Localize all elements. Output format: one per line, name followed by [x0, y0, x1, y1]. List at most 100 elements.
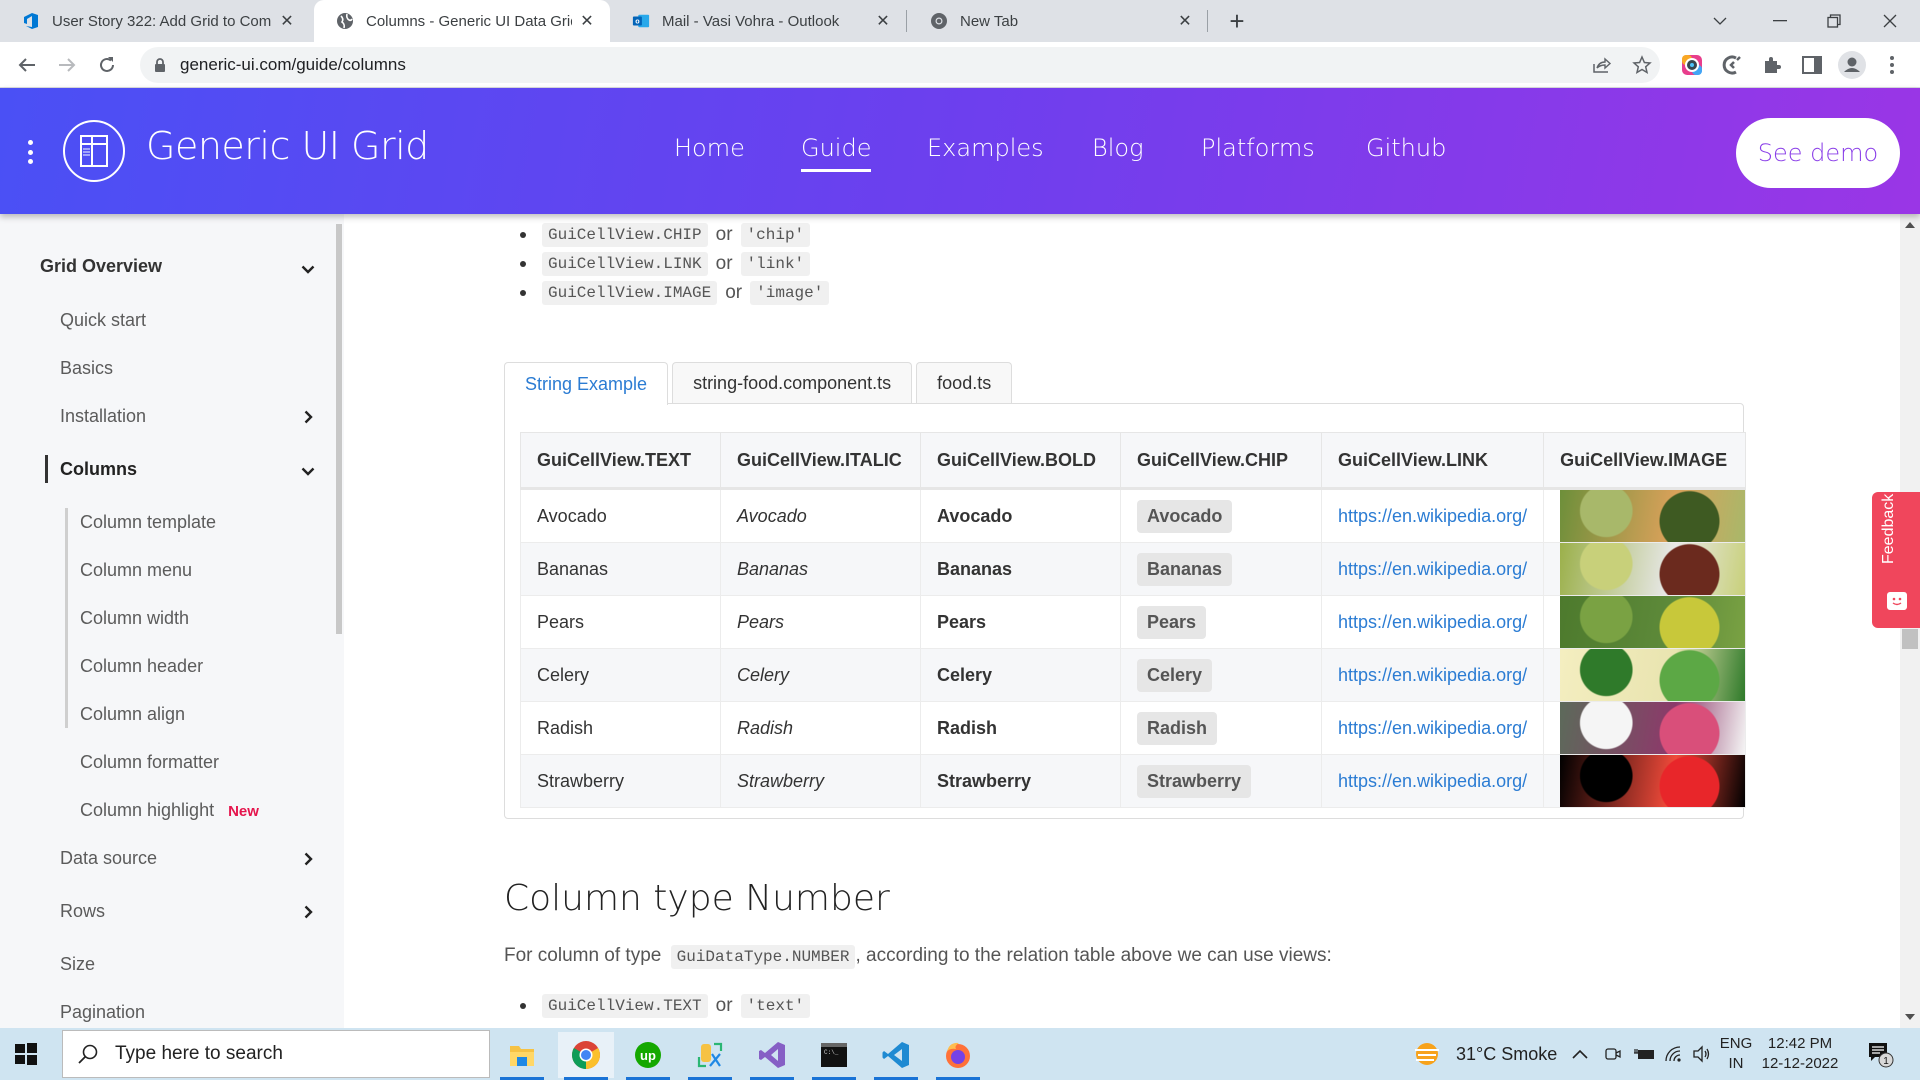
- scroll-down-arrow-icon[interactable]: [1905, 1014, 1915, 1020]
- close-tab-icon[interactable]: ✕: [578, 11, 596, 31]
- sidebar-item-column-align[interactable]: Column align: [80, 704, 185, 725]
- windows-start-icon[interactable]: [14, 1042, 38, 1066]
- wikipedia-link[interactable]: https://en.wikipedia.org/: [1338, 506, 1527, 526]
- weather-widget[interactable]: 31°C Smoke: [1412, 1028, 1557, 1080]
- taskbar-tool-app[interactable]: [682, 1032, 738, 1080]
- browser-tab[interactable]: New Tab ✕: [908, 0, 1208, 42]
- chrome-menu-button[interactable]: [1877, 50, 1907, 80]
- browser-tab-active[interactable]: Columns - Generic UI Data Grid f ✕: [314, 0, 610, 42]
- sidebar-item-installation[interactable]: Installation: [60, 406, 146, 427]
- column-header[interactable]: GuiCellView.TEXT: [520, 432, 721, 490]
- nav-examples[interactable]: Examples: [927, 134, 1044, 162]
- sidebar-item-column-formatter[interactable]: Column formatter: [80, 752, 219, 773]
- notifications-button[interactable]: 1: [1866, 1028, 1894, 1080]
- cell-link[interactable]: https://en.wikipedia.org/: [1320, 648, 1545, 702]
- browser-tab[interactable]: User Story 322: Add Grid to Comp ✕: [0, 0, 310, 42]
- column-header[interactable]: GuiCellView.IMAGE: [1543, 432, 1747, 490]
- wikipedia-link[interactable]: https://en.wikipedia.org/: [1338, 665, 1527, 685]
- extensions-button[interactable]: [1757, 50, 1787, 80]
- cell-link[interactable]: https://en.wikipedia.org/: [1320, 488, 1545, 543]
- chevron-down-icon[interactable]: [298, 461, 318, 481]
- tab-string-food-component[interactable]: string-food.component.ts: [672, 362, 913, 404]
- nav-platforms[interactable]: Platforms: [1201, 134, 1315, 162]
- tab-string-example[interactable]: String Example: [504, 362, 669, 405]
- reload-button[interactable]: [92, 50, 122, 80]
- chevron-down-icon[interactable]: [298, 259, 318, 279]
- meet-now-button[interactable]: [1604, 1028, 1622, 1080]
- close-tab-icon[interactable]: ✕: [874, 11, 892, 31]
- nav-guide[interactable]: Guide: [801, 134, 872, 172]
- url-text[interactable]: generic-ui.com/guide/columns: [180, 55, 406, 75]
- bookmark-button[interactable]: [1627, 50, 1657, 80]
- feedback-button[interactable]: Feedback: [1872, 492, 1920, 628]
- sidebar-item-quick-start[interactable]: Quick start: [60, 310, 146, 331]
- sidebar-section-grid-overview[interactable]: Grid Overview: [40, 256, 162, 277]
- sidebar-item-rows[interactable]: Rows: [60, 901, 105, 922]
- browser-tab[interactable]: o Mail - Vasi Vohra - Outlook ✕: [610, 0, 906, 42]
- tab-search-button[interactable]: [1692, 0, 1748, 42]
- chevron-right-icon[interactable]: [298, 849, 318, 869]
- sidebar-item-column-header[interactable]: Column header: [80, 656, 203, 677]
- show-hidden-icons-button[interactable]: [1572, 1028, 1588, 1080]
- volume-indicator[interactable]: [1692, 1028, 1712, 1080]
- wikipedia-link[interactable]: https://en.wikipedia.org/: [1338, 718, 1527, 738]
- profile-button[interactable]: [1837, 50, 1867, 80]
- sidebar-item-pagination[interactable]: Pagination: [60, 1002, 145, 1023]
- sidebar-item-size[interactable]: Size: [60, 954, 95, 975]
- cell-link[interactable]: https://en.wikipedia.org/: [1320, 701, 1545, 755]
- tab-food-ts[interactable]: food.ts: [916, 362, 1013, 404]
- close-tab-icon[interactable]: ✕: [1176, 11, 1194, 31]
- sidebar-item-columns[interactable]: Columns: [60, 459, 137, 480]
- brand-name[interactable]: Generic UI Grid: [146, 124, 429, 168]
- logo-icon[interactable]: [63, 120, 125, 182]
- chevron-right-icon[interactable]: [298, 407, 318, 427]
- column-header[interactable]: GuiCellView.LINK: [1320, 432, 1545, 490]
- taskbar-clock[interactable]: 12:42 PM 12-12-2022: [1750, 1034, 1850, 1074]
- taskbar-chrome[interactable]: [558, 1032, 614, 1080]
- wifi-indicator[interactable]: [1664, 1028, 1684, 1080]
- scroll-up-arrow-icon[interactable]: [1905, 222, 1915, 228]
- taskbar-firefox[interactable]: [930, 1032, 986, 1080]
- sidebar-item-basics[interactable]: Basics: [60, 358, 113, 379]
- sidebar-scrollbar-thumb[interactable]: [336, 224, 342, 634]
- column-header[interactable]: GuiCellView.ITALIC: [720, 432, 921, 490]
- cell-link[interactable]: https://en.wikipedia.org/: [1320, 754, 1545, 808]
- minimize-button[interactable]: [1752, 0, 1808, 42]
- wikipedia-link[interactable]: https://en.wikipedia.org/: [1338, 612, 1527, 632]
- forward-button[interactable]: [52, 50, 82, 80]
- nav-home[interactable]: Home: [674, 134, 745, 162]
- sidebar-item-column-menu[interactable]: Column menu: [80, 560, 192, 581]
- new-tab-button[interactable]: +: [1222, 6, 1252, 36]
- menu-dots-icon[interactable]: [26, 140, 34, 164]
- nav-github[interactable]: Github: [1366, 134, 1446, 162]
- sidebar-item-column-width[interactable]: Column width: [80, 608, 189, 629]
- wikipedia-link[interactable]: https://en.wikipedia.org/: [1338, 771, 1527, 791]
- wikipedia-link[interactable]: https://en.wikipedia.org/: [1338, 559, 1527, 579]
- see-demo-button[interactable]: See demo: [1736, 118, 1900, 188]
- taskbar-visual-studio[interactable]: [744, 1032, 800, 1080]
- nav-blog[interactable]: Blog: [1092, 134, 1143, 162]
- taskbar-search-box[interactable]: Type here to search: [62, 1030, 490, 1078]
- back-button[interactable]: [12, 50, 42, 80]
- taskbar-upwork[interactable]: up: [620, 1032, 676, 1080]
- sidebar-item-column-template[interactable]: Column template: [80, 512, 216, 533]
- scrollbar-thumb[interactable]: [1902, 629, 1918, 649]
- side-panel-button[interactable]: [1797, 50, 1827, 80]
- taskbar-vscode[interactable]: [868, 1032, 924, 1080]
- chevron-right-icon[interactable]: [298, 902, 318, 922]
- address-bar[interactable]: generic-ui.com/guide/columns: [140, 47, 1660, 83]
- battery-indicator[interactable]: [1634, 1028, 1656, 1080]
- taskbar-file-explorer[interactable]: [494, 1032, 550, 1080]
- cell-link[interactable]: https://en.wikipedia.org/: [1320, 595, 1545, 649]
- sidebar-item-data-source[interactable]: Data source: [60, 848, 157, 869]
- clockify-extension[interactable]: [1717, 50, 1747, 80]
- share-button[interactable]: [1587, 50, 1617, 80]
- column-header[interactable]: GuiCellView.CHIP: [1120, 432, 1322, 490]
- restore-button[interactable]: [1806, 0, 1862, 42]
- sidebar-item-column-highlight[interactable]: Column highlight New: [80, 800, 259, 821]
- close-window-button[interactable]: [1862, 0, 1918, 42]
- close-tab-icon[interactable]: ✕: [278, 11, 296, 31]
- color-picker-extension[interactable]: [1677, 50, 1707, 80]
- cell-link[interactable]: https://en.wikipedia.org/: [1320, 542, 1545, 596]
- taskbar-terminal[interactable]: C:\_: [806, 1032, 862, 1080]
